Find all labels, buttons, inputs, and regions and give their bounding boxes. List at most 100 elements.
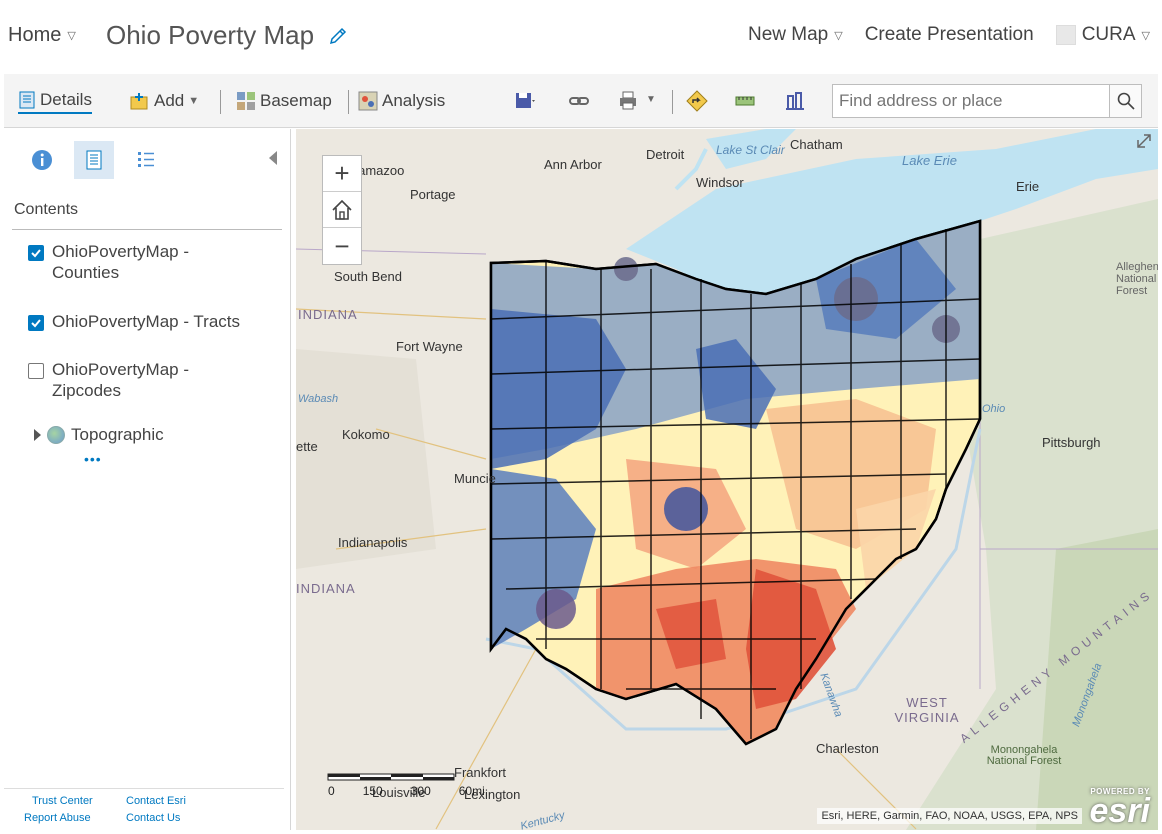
home-label: Home <box>8 24 62 46</box>
search-input[interactable] <box>832 84 1110 118</box>
map-title: Ohio Poverty Map <box>106 20 348 51</box>
add-button[interactable]: Add ▼ <box>130 88 199 114</box>
save-icon[interactable] <box>514 90 536 112</box>
check-icon <box>31 249 41 258</box>
trust-center-link[interactable]: Trust Center <box>32 795 93 807</box>
tab-legend[interactable] <box>126 141 166 179</box>
place-label: Muncie <box>454 471 496 486</box>
add-label: Add <box>154 91 185 110</box>
scale-bar-labels: 0 150 300 60mi <box>326 774 485 798</box>
tab-about[interactable] <box>22 141 62 179</box>
info-icon <box>32 150 52 170</box>
place-label: Lake Erie <box>902 153 957 168</box>
avatar <box>1055 25 1076 45</box>
details-button[interactable]: Details <box>18 88 92 114</box>
details-icon <box>19 91 35 109</box>
toolbar-divider <box>348 90 349 114</box>
contact-us-link[interactable]: Contact Us <box>126 812 180 824</box>
directions-icon[interactable] <box>686 90 708 112</box>
place-label: Kokomo <box>342 427 390 442</box>
content-icon <box>86 150 102 170</box>
toolbar-divider <box>220 90 221 114</box>
scale-label: 300 <box>410 784 431 798</box>
place-label: Lake St Clair <box>716 143 785 157</box>
more-options-icon[interactable]: ••• <box>84 451 102 467</box>
layer-checkbox[interactable] <box>28 245 44 261</box>
place-label: Portage <box>410 187 456 202</box>
layer-label[interactable]: OhioPovertyMap - Counties <box>52 241 189 283</box>
divider <box>12 229 282 230</box>
home-menu[interactable]: Home ▽ <box>8 24 76 47</box>
place-label: Allegheny National Forest <box>1116 261 1158 297</box>
legend-icon <box>138 152 154 167</box>
place-label: INDIANA <box>298 307 358 322</box>
basemap-layer-item[interactable]: Topographic <box>34 425 164 445</box>
place-label: Wabash <box>298 393 339 405</box>
new-map-label: New Map <box>747 24 829 45</box>
map-attribution[interactable]: Esri, HERE, Garmin, FAO, NOAA, USGS, EPA… <box>817 808 1082 824</box>
place-label: Fort Wayne <box>396 339 463 354</box>
layer-item-zipcodes[interactable]: OhioPovertyMap - Zipcodes <box>28 359 268 401</box>
search-button[interactable] <box>1110 84 1142 118</box>
chevron-down-icon: ▽ <box>67 30 76 42</box>
panel-tabs <box>22 141 166 179</box>
layer-item-tracts[interactable]: OhioPovertyMap - Tracts <box>28 311 268 332</box>
scale-label: 60mi <box>458 784 485 798</box>
map-view[interactable]: alamazoo Portage Ann Arbor Detroit Lake … <box>296 129 1158 830</box>
globe-icon <box>47 426 65 444</box>
analysis-label: Analysis <box>382 91 446 110</box>
layer-item-counties[interactable]: OhioPovertyMap - Counties <box>28 241 268 283</box>
map-title-text: Ohio Poverty Map <box>106 20 315 50</box>
scale-label: 0 <box>328 784 335 798</box>
basemap-button[interactable]: Basemap <box>236 88 332 114</box>
user-menu[interactable]: CURA ▽ <box>1055 24 1150 46</box>
home-extent-button[interactable] <box>323 192 361 228</box>
bookmarks-icon[interactable] <box>784 90 806 112</box>
contact-esri-link[interactable]: Contact Esri <box>126 795 186 807</box>
expand-arrow-icon[interactable] <box>34 429 41 441</box>
place-label: Ohio <box>982 403 1006 415</box>
expand-icon[interactable] <box>1136 133 1152 149</box>
place-label: Monongahela National Forest <box>986 744 1062 767</box>
zoom-in-button[interactable]: + <box>323 156 361 192</box>
place-label: Pittsburgh <box>1042 435 1101 450</box>
place-label: Chatham <box>790 137 843 152</box>
chevron-down-icon: ▼ <box>646 94 656 105</box>
pencil-icon[interactable] <box>328 26 348 46</box>
basemap-icon <box>237 92 255 110</box>
panel-footer: Trust Center Contact Esri Report Abuse C… <box>4 788 284 824</box>
analysis-button[interactable]: Analysis <box>358 88 445 114</box>
collapse-panel-icon[interactable] <box>269 151 277 165</box>
zoom-out-button[interactable]: − <box>323 228 361 264</box>
tab-content[interactable] <box>74 141 114 179</box>
contents-heading: Contents <box>14 201 79 218</box>
measure-icon[interactable] <box>734 90 756 112</box>
new-map-menu[interactable]: New Map ▽ <box>748 24 843 46</box>
layer-label[interactable]: OhioPovertyMap - Tracts <box>52 311 240 332</box>
chevron-down-icon: ▼ <box>188 95 200 107</box>
share-link-icon[interactable] <box>568 90 590 112</box>
print-icon[interactable] <box>618 90 640 112</box>
esri-wordmark: esri <box>1089 792 1151 830</box>
layer-label[interactable]: OhioPovertyMap - Zipcodes <box>52 359 189 401</box>
place-label: South Bend <box>334 269 402 284</box>
analysis-icon <box>358 91 378 111</box>
esri-logo[interactable]: POWERED BY esri <box>1089 787 1151 830</box>
create-presentation-label: Create Presentation <box>864 24 1034 45</box>
place-label: WEST VIRGINIA <box>894 695 960 725</box>
report-abuse-link[interactable]: Report Abuse <box>24 812 91 824</box>
create-presentation-link[interactable]: Create Presentation <box>865 24 1034 46</box>
place-label: ette <box>296 439 318 454</box>
layer-checkbox[interactable] <box>28 315 44 331</box>
layer-label-line: Counties <box>52 263 120 282</box>
place-label: INDIANA <box>296 581 356 596</box>
zoom-controls: + − <box>322 155 362 265</box>
chevron-down-icon: ▽ <box>1141 29 1150 42</box>
basemap-canvas <box>296 129 1158 830</box>
app-header: Home ▽ Ohio Poverty Map New Map ▽ Create… <box>0 0 1162 72</box>
place-label: Ann Arbor <box>544 157 602 172</box>
search-icon <box>1117 92 1135 110</box>
place-label: Detroit <box>646 147 685 162</box>
header-right-menu: New Map ▽ Create Presentation CURA ▽ <box>748 24 1150 46</box>
layer-checkbox[interactable] <box>28 363 44 379</box>
